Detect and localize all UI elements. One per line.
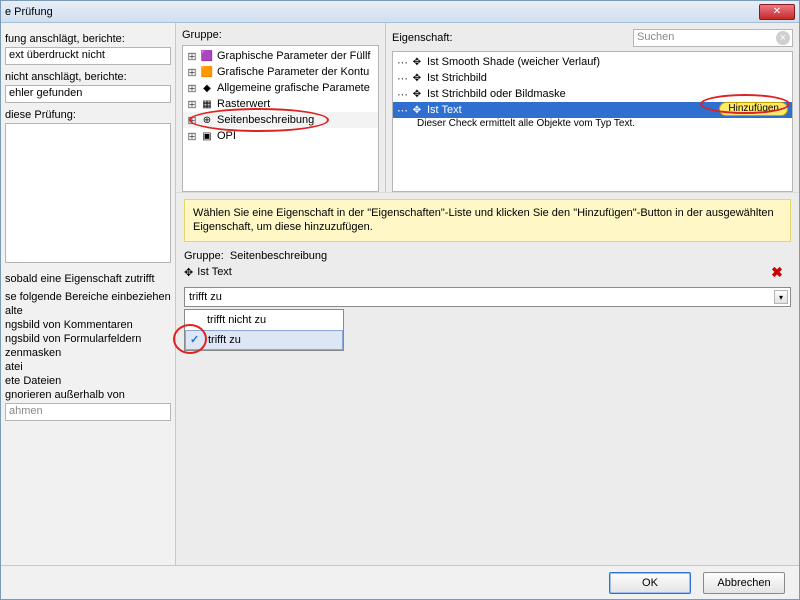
color-icon: ◆	[201, 82, 213, 94]
group-item[interactable]: ⊞▦Rasterwert	[183, 96, 378, 112]
condition-combobox[interactable]: trifft zu ▾	[184, 287, 791, 307]
expand-icon[interactable]: ⋯	[397, 56, 407, 69]
selected-group-value: Seitenbeschreibung	[230, 250, 327, 262]
left-pane: fung anschlägt, berichte: ext überdruckt…	[1, 23, 176, 565]
search-input[interactable]: Suchen ×	[633, 29, 793, 47]
search-placeholder: Suchen	[637, 31, 674, 43]
left-item[interactable]: gnorieren außerhalb von	[5, 389, 171, 401]
group-panel: Gruppe: ⊞🟪Graphische Parameter der Füllf…	[176, 23, 386, 192]
selected-group-line: Gruppe: Seitenbeschreibung	[184, 250, 791, 262]
group-item[interactable]: ⊞◆Allgemeine grafische Paramete	[183, 80, 378, 96]
property-item-selected[interactable]: ⋯ ✥ Ist Text Hinzufügen	[393, 102, 792, 118]
property-panel: Eigenschaft: Suchen × ⋯✥Ist Smooth Shade…	[386, 23, 799, 192]
group-title: Gruppe:	[182, 29, 222, 41]
textarea-this-check[interactable]	[5, 123, 171, 263]
label-nohit-report: nicht anschlägt, berichte:	[5, 71, 171, 83]
property-title: Eigenschaft:	[392, 32, 627, 44]
expand-icon[interactable]: ⊞	[187, 98, 197, 111]
left-item[interactable]: zenmasken	[5, 347, 171, 359]
input-nohit-report[interactable]: ehler gefunden	[5, 85, 171, 103]
dropdown-option[interactable]: trifft nicht zu	[185, 310, 343, 330]
label-trigger: sobald eine Eigenschaft zutrifft	[5, 273, 171, 285]
main-pane: Gruppe: ⊞🟪Graphische Parameter der Füllf…	[176, 23, 799, 565]
move-icon: ✥	[411, 104, 423, 116]
dialog-window: e Prüfung ✕ fung anschlägt, berichte: ex…	[0, 0, 800, 600]
left-item[interactable]: atei	[5, 361, 171, 373]
opi-icon: ▣	[201, 130, 213, 142]
label-include: se folgende Bereiche einbeziehen:	[5, 291, 171, 303]
expand-icon[interactable]: ⊞	[187, 114, 197, 127]
group-item[interactable]: ⊞▣OPI	[183, 128, 378, 144]
group-item-selected[interactable]: ⊞⊕Seitenbeschreibung	[183, 112, 378, 128]
expand-icon[interactable]: ⊞	[187, 50, 197, 63]
delete-property-icon[interactable]: ✖	[769, 264, 785, 280]
input-frames[interactable]: ahmen	[5, 403, 171, 421]
expand-icon[interactable]: ⊞	[187, 82, 197, 95]
window-title: e Prüfung	[5, 6, 759, 18]
check-icon: ✓	[190, 333, 199, 346]
expand-icon[interactable]: ⊞	[187, 130, 197, 143]
expand-icon[interactable]: ⋯	[397, 72, 407, 85]
left-item[interactable]: ete Dateien	[5, 375, 171, 387]
move-icon: ✥	[184, 266, 193, 279]
chevron-down-icon[interactable]: ▾	[774, 290, 788, 304]
palette-icon: 🟪	[201, 50, 213, 62]
left-item[interactable]: ngsbild von Formularfeldern	[5, 333, 171, 345]
cancel-button[interactable]: Abbrechen	[703, 572, 785, 594]
left-item[interactable]: ngsbild von Kommentaren	[5, 319, 171, 331]
left-options: sobald eine Eigenschaft zutrifft se folg…	[5, 269, 171, 421]
group-tree[interactable]: ⊞🟪Graphische Parameter der Füllf ⊞🟧Grafi…	[182, 45, 379, 192]
selected-property: Ist Text	[197, 266, 232, 278]
ok-button[interactable]: OK	[609, 572, 691, 594]
combo-value: trifft zu	[189, 291, 222, 303]
raster-icon: ▦	[201, 98, 213, 110]
close-button[interactable]: ✕	[759, 4, 795, 20]
dialog-body: fung anschlägt, berichte: ext überdruckt…	[1, 23, 799, 565]
hint-box: Wählen Sie eine Eigenschaft in der "Eige…	[184, 199, 791, 242]
property-item[interactable]: ⋯✥Ist Strichbild	[393, 70, 792, 86]
property-tree[interactable]: ⋯✥Ist Smooth Shade (weicher Verlauf) ⋯✥I…	[392, 51, 793, 192]
clear-search-icon[interactable]: ×	[776, 31, 790, 45]
expand-icon[interactable]: ⋯	[397, 104, 407, 117]
top-row: Gruppe: ⊞🟪Graphische Parameter der Füllf…	[176, 23, 799, 193]
property-item[interactable]: ⋯✥Ist Smooth Shade (weicher Verlauf)	[393, 54, 792, 70]
dropdown-option-selected[interactable]: ✓ trifft zu	[185, 330, 343, 350]
condition-dropdown: trifft nicht zu ✓ trifft zu	[184, 309, 344, 351]
page-icon: ⊕	[201, 114, 213, 126]
label-this-check: diese Prüfung:	[5, 109, 171, 121]
move-icon: ✥	[411, 72, 423, 84]
expand-icon[interactable]: ⊞	[187, 66, 197, 79]
selected-group-label: Gruppe:	[184, 250, 224, 262]
button-bar: OK Abbrechen	[1, 565, 799, 599]
titlebar[interactable]: e Prüfung ✕	[1, 1, 799, 23]
add-property-button[interactable]: Hinzufügen	[719, 102, 788, 116]
group-item[interactable]: ⊞🟧Grafische Parameter der Kontu	[183, 64, 378, 80]
property-item[interactable]: ⋯✥Ist Strichbild oder Bildmaske	[393, 86, 792, 102]
property-description: Dieser Check ermittelt alle Objekte vom …	[393, 118, 792, 129]
move-icon: ✥	[411, 88, 423, 100]
input-hit-report[interactable]: ext überdruckt nicht	[5, 47, 171, 65]
left-item[interactable]: alte	[5, 305, 171, 317]
group-item[interactable]: ⊞🟪Graphische Parameter der Füllf	[183, 48, 378, 64]
expand-icon[interactable]: ⋯	[397, 88, 407, 101]
palette-icon: 🟧	[201, 66, 213, 78]
move-icon: ✥	[411, 56, 423, 68]
label-hit-report: fung anschlägt, berichte:	[5, 33, 171, 45]
